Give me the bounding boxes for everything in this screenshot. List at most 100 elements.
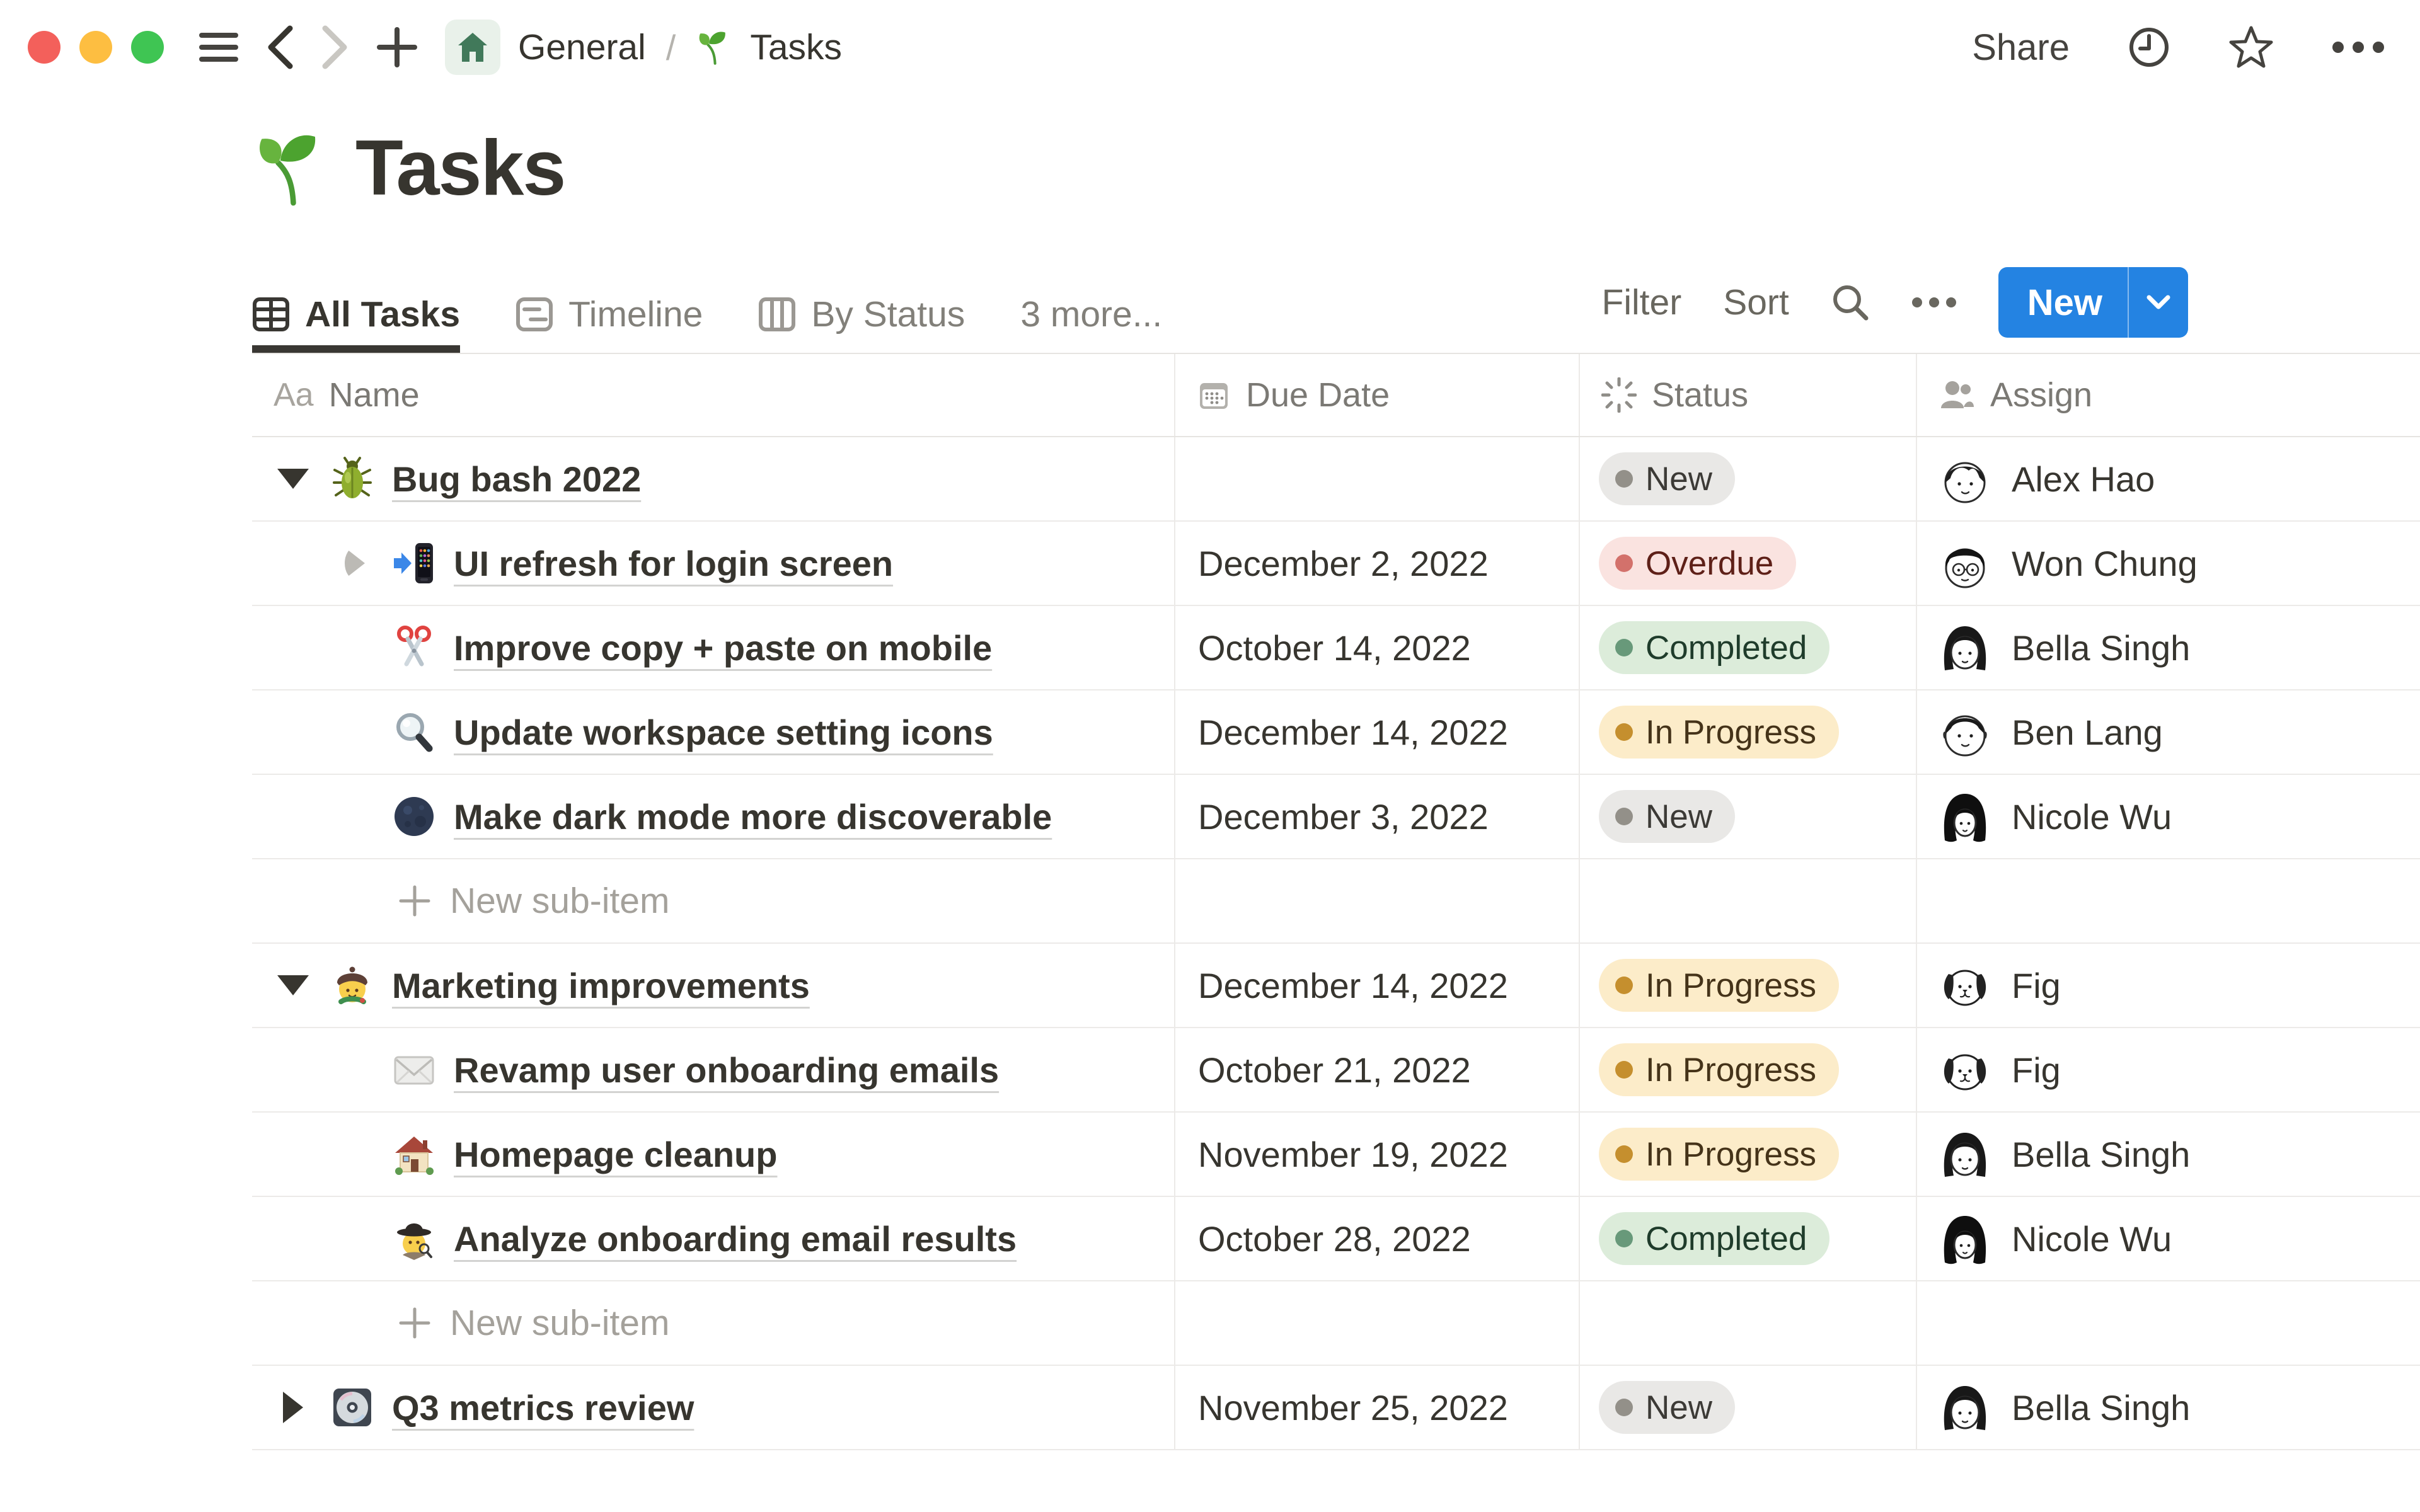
new-sub-item-button[interactable]: New sub-item <box>252 859 1175 942</box>
table-row[interactable]: UI refresh for login screen December 2, … <box>252 522 2420 606</box>
table-row[interactable]: Update workspace setting icons December … <box>252 690 2420 775</box>
name-cell: Update workspace setting icons <box>252 690 1175 774</box>
empty-cell <box>1175 859 1580 942</box>
task-title[interactable]: Improve copy + paste on mobile <box>454 627 992 668</box>
tab-all-tasks[interactable]: All Tasks <box>252 294 461 353</box>
board-view-icon <box>759 297 796 331</box>
column-header-name[interactable]: Aa Name <box>252 354 1175 436</box>
status-cell[interactable]: New <box>1580 775 1917 858</box>
assignee-cell[interactable]: Nicole Wu <box>1917 1197 2420 1280</box>
home-icon[interactable] <box>445 20 500 75</box>
column-header-status[interactable]: Status <box>1580 354 1917 436</box>
assignee-cell[interactable]: Bella Singh <box>1917 1113 2420 1196</box>
due-date-cell[interactable]: November 25, 2022 <box>1175 1366 1580 1449</box>
share-button[interactable]: Share <box>1972 26 2070 69</box>
table-row[interactable]: Bug bash 2022 New Alex Hao <box>252 437 2420 522</box>
table-row[interactable]: Q3 metrics review November 25, 2022 New … <box>252 1366 2420 1450</box>
status-cell[interactable]: In Progress <box>1580 1028 1917 1111</box>
due-date-cell[interactable]: December 14, 2022 <box>1175 944 1580 1027</box>
assignee-cell[interactable]: Bella Singh <box>1917 606 2420 689</box>
due-date-cell[interactable]: December 3, 2022 <box>1175 775 1580 858</box>
task-title[interactable]: Update workspace setting icons <box>454 712 993 753</box>
assignee-cell[interactable]: Nicole Wu <box>1917 775 2420 858</box>
more-options-icon[interactable] <box>2332 41 2385 54</box>
close-window-icon[interactable] <box>28 31 60 64</box>
updates-clock-icon[interactable] <box>2128 26 2170 69</box>
new-sub-item-row[interactable]: New sub-item <box>252 859 2420 944</box>
assignee-cell[interactable]: Fig <box>1917 944 2420 1027</box>
back-icon[interactable] <box>266 25 294 70</box>
new-button[interactable]: New <box>1998 267 2188 338</box>
forward-icon[interactable] <box>321 25 349 70</box>
due-date-cell[interactable]: December 2, 2022 <box>1175 522 1580 605</box>
status-cell[interactable]: In Progress <box>1580 944 1917 1027</box>
due-date-cell[interactable]: October 21, 2022 <box>1175 1028 1580 1111</box>
favorite-star-icon[interactable] <box>2228 25 2274 69</box>
seedling-page-icon[interactable] <box>252 129 330 207</box>
table-row[interactable]: Make dark mode more discoverable Decembe… <box>252 775 2420 859</box>
status-cell[interactable]: New <box>1580 437 1917 520</box>
tasks-table: Aa Name Due Date Status Assign Bug bash … <box>252 354 2420 1450</box>
due-date-cell[interactable]: October 14, 2022 <box>1175 606 1580 689</box>
table-row[interactable]: Analyze onboarding email results October… <box>252 1197 2420 1281</box>
new-sub-item-button[interactable]: New sub-item <box>252 1281 1175 1365</box>
expand-toggle-icon[interactable] <box>335 547 374 579</box>
column-header-due-date[interactable]: Due Date <box>1175 354 1580 436</box>
new-button-chevron-down-icon[interactable] <box>2129 295 2188 310</box>
new-page-icon[interactable] <box>377 27 417 67</box>
status-cell[interactable]: Overdue <box>1580 522 1917 605</box>
task-title[interactable]: Revamp user onboarding emails <box>454 1050 999 1091</box>
task-title[interactable]: Homepage cleanup <box>454 1134 777 1175</box>
task-title[interactable]: Make dark mode more discoverable <box>454 796 1052 837</box>
status-cell[interactable]: In Progress <box>1580 1113 1917 1196</box>
sidebar-menu-icon[interactable] <box>199 32 238 63</box>
collapse-toggle-icon[interactable] <box>274 469 313 489</box>
text-property-icon: Aa <box>274 377 314 413</box>
avatar-fig-dog <box>1936 956 1994 1014</box>
task-title[interactable]: Marketing improvements <box>392 965 810 1006</box>
name-cell: Analyze onboarding email results <box>252 1197 1175 1280</box>
table-row[interactable]: Homepage cleanup November 19, 2022 In Pr… <box>252 1113 2420 1197</box>
assignee-cell[interactable]: Fig <box>1917 1028 2420 1111</box>
table-row[interactable]: Marketing improvements December 14, 2022… <box>252 944 2420 1028</box>
name-cell: Revamp user onboarding emails <box>252 1028 1175 1111</box>
assignee-cell[interactable]: Bella Singh <box>1917 1366 2420 1449</box>
task-title[interactable]: Bug bash 2022 <box>392 459 641 500</box>
breadcrumb-separator: / <box>666 27 676 67</box>
new-moon-icon <box>391 793 437 840</box>
view-options-icon[interactable] <box>1911 297 1957 308</box>
task-title[interactable]: UI refresh for login screen <box>454 543 893 584</box>
new-sub-item-row[interactable]: New sub-item <box>252 1281 2420 1366</box>
plus-icon <box>399 1307 430 1339</box>
status-cell[interactable]: Completed <box>1580 1197 1917 1280</box>
breadcrumb-page[interactable]: Tasks <box>750 26 842 68</box>
due-date-cell[interactable]: November 19, 2022 <box>1175 1113 1580 1196</box>
search-icon[interactable] <box>1831 283 1870 322</box>
assignee-name: Nicole Wu <box>2012 1218 2172 1259</box>
avatar-fig-dog <box>1936 1041 1994 1099</box>
assignee-cell[interactable]: Won Chung <box>1917 522 2420 605</box>
tab-more-views[interactable]: 3 more... <box>1020 294 1162 353</box>
tab-by-status[interactable]: By Status <box>758 294 965 353</box>
status-cell[interactable]: Completed <box>1580 606 1917 689</box>
table-row[interactable]: Improve copy + paste on mobile October 1… <box>252 606 2420 690</box>
collapse-toggle-icon[interactable] <box>274 975 313 995</box>
sort-button[interactable]: Sort <box>1723 282 1789 323</box>
task-title[interactable]: Analyze onboarding email results <box>454 1218 1017 1259</box>
status-cell[interactable]: In Progress <box>1580 690 1917 774</box>
table-row[interactable]: Revamp user onboarding emails October 21… <box>252 1028 2420 1113</box>
assignee-cell[interactable]: Ben Lang <box>1917 690 2420 774</box>
filter-button[interactable]: Filter <box>1602 282 1682 323</box>
task-title[interactable]: Q3 metrics review <box>392 1387 694 1428</box>
zoom-window-icon[interactable] <box>131 31 164 64</box>
column-header-assign[interactable]: Assign <box>1917 354 2420 436</box>
expand-toggle-icon[interactable] <box>274 1392 313 1423</box>
due-date-cell[interactable]: October 28, 2022 <box>1175 1197 1580 1280</box>
minimize-window-icon[interactable] <box>79 31 112 64</box>
assignee-cell[interactable]: Alex Hao <box>1917 437 2420 520</box>
breadcrumb-root[interactable]: General <box>518 26 646 68</box>
status-cell[interactable]: New <box>1580 1366 1917 1449</box>
due-date-cell[interactable]: December 14, 2022 <box>1175 690 1580 774</box>
due-date-cell[interactable] <box>1175 437 1580 520</box>
tab-timeline[interactable]: Timeline <box>516 294 703 353</box>
